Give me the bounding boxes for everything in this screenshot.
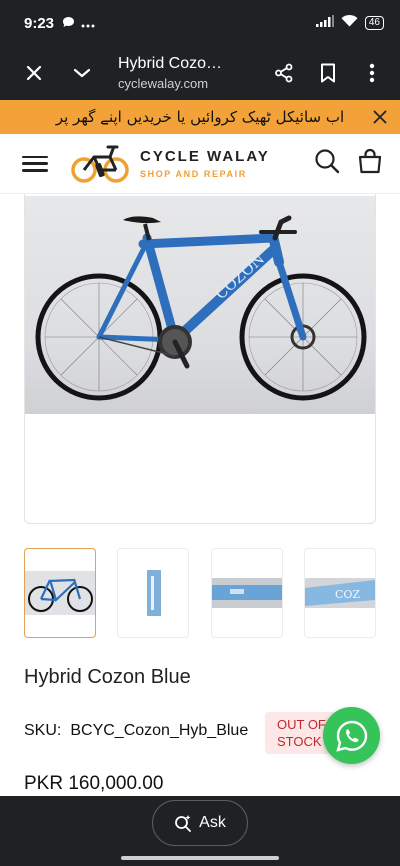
status-bar: 9:23 46 [0,0,400,46]
thumbnail-3[interactable] [210,548,283,638]
menu-icon-bar [22,162,48,165]
battery-indicator: 46 [364,16,384,30]
lettering-closeup-thumbnail: COZ [304,578,375,608]
more-options-button[interactable] [350,51,394,95]
close-icon [26,65,42,81]
wifi-icon [341,14,358,32]
product-title: Hybrid Cozon Blue [24,666,191,688]
share-icon [275,63,293,83]
announcement-text: اب سائیکل ٹھیک کروائیں یا خریدیں اپنے گھ… [55,108,345,126]
thumbnail-strip: COZ [24,548,376,638]
sku-label: SKU: [24,722,62,739]
page-title: Hybrid Cozo… [118,55,223,72]
tube-closeup-thumbnail [211,578,282,608]
chevron-down-icon [73,68,91,78]
menu-icon-bar [22,155,48,158]
bookmark-button[interactable] [306,51,350,95]
more-notifications-icon [81,16,95,31]
ask-button[interactable]: Ask [152,800,248,846]
minimize-tab-button[interactable] [60,51,104,95]
product-price: PKR 160,000.00 [24,773,164,794]
page-url: cyclewalay.com [118,76,209,91]
browser-toolbar: Hybrid Cozo… cyclewalay.com [0,46,400,100]
sparkle-search-icon [175,815,192,832]
thumbnail-1[interactable] [24,548,96,638]
ask-label: Ask [199,814,226,831]
whatsapp-chat-button[interactable] [323,707,380,764]
search-icon [315,149,340,174]
thumbnail-lettering: COZ [335,588,360,601]
bicycle-thumbnail [25,571,95,615]
thumbnail-2[interactable] [117,548,190,638]
bottom-browser-bar: Ask [0,796,400,866]
signal-icon [315,14,334,32]
menu-button[interactable] [22,153,48,175]
site-logo[interactable]: CYCLE WALAY SHOP AND REPAIR [70,143,270,185]
close-icon [373,110,387,124]
share-button[interactable] [262,51,306,95]
product-photo: COZON [25,196,375,414]
menu-icon-bar [22,169,48,172]
chat-bubble-icon [62,16,75,31]
logo-name: CYCLE WALAY [140,148,270,165]
sku-row: SKU: BCYC_Cozon_Hyb_Blue [24,722,248,740]
cart-button[interactable] [358,148,382,179]
logo-tagline: SHOP AND REPAIR [140,169,247,179]
product-image-container[interactable]: COZON [24,194,376,524]
bookmark-icon [321,63,335,83]
close-tab-button[interactable] [12,51,56,95]
bicycle-image: COZON [35,215,367,401]
home-indicator[interactable] [121,856,279,860]
announcement-bar: اب سائیکل ٹھیک کروائیں یا خریدیں اپنے گھ… [0,100,400,134]
announcement-close-button[interactable] [368,105,392,129]
shopping-bag-icon [358,148,382,174]
page-title-area[interactable]: Hybrid Cozo… cyclewalay.com [118,55,262,91]
status-time: 9:23 [24,14,55,32]
more-vert-icon [369,63,375,83]
sku-value: BCYC_Cozon_Hyb_Blue [70,722,249,739]
whatsapp-icon [335,720,367,752]
thumbnail-4[interactable]: COZ [303,548,376,638]
search-button[interactable] [314,148,340,179]
frame-closeup-thumbnail [147,570,162,616]
bicycle-logo-icon [71,145,129,183]
site-header: CYCLE WALAY SHOP AND REPAIR [0,134,400,194]
